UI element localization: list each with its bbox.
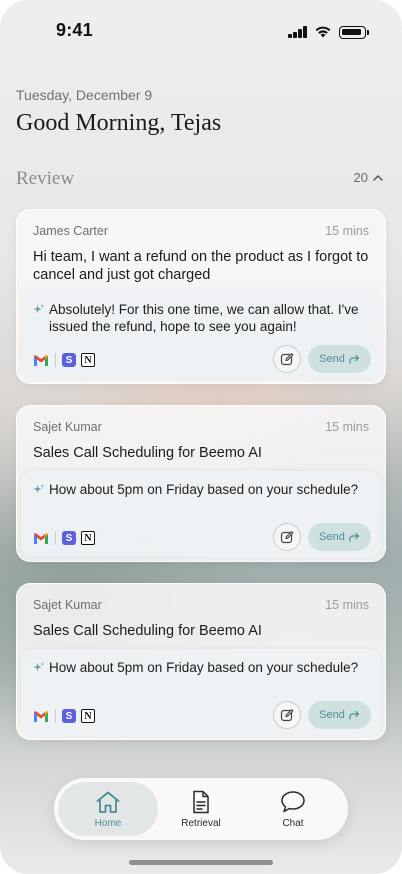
edit-icon — [280, 353, 294, 366]
tab-label: Chat — [282, 817, 304, 829]
forward-arrow-icon — [349, 354, 359, 364]
forward-arrow-icon — [349, 532, 359, 542]
s-app-icon: S — [62, 353, 76, 367]
edit-reply-button[interactable] — [273, 345, 301, 373]
review-count: 20 — [353, 170, 368, 185]
phone-screen: 9:41 Tuesday, December 9 Good Morning, T… — [0, 0, 402, 874]
tab-chat[interactable]: Chat — [243, 782, 343, 836]
sender-name: James Carter — [33, 224, 109, 238]
review-card[interactable]: James Carter 15 mins Hi team, I want a r… — [16, 209, 386, 384]
message-subject: Sales Call Scheduling for Beemo AI — [33, 445, 262, 461]
divider — [55, 531, 56, 545]
send-label: Send — [319, 353, 345, 365]
review-card[interactable]: Sajet Kumar 15 mins Sales Call Schedulin… — [16, 583, 386, 740]
home-icon — [96, 791, 120, 813]
divider — [55, 353, 56, 367]
message-subject: Sales Call Scheduling for Beemo AI — [33, 623, 262, 639]
sender-name: Sajet Kumar — [33, 598, 102, 612]
connected-apps: S N — [33, 353, 95, 367]
gmail-icon — [34, 710, 48, 722]
send-label: Send — [319, 531, 345, 543]
sender-name: Sajet Kumar — [33, 420, 102, 434]
tab-bar: Home Retrieval Chat — [54, 778, 348, 840]
battery-icon — [339, 26, 369, 39]
send-button[interactable]: Send — [308, 523, 371, 551]
forward-arrow-icon — [349, 710, 359, 720]
edit-icon — [280, 531, 294, 544]
chat-bubble-icon — [281, 790, 305, 812]
sparkle-icon — [33, 304, 44, 314]
reply-text: How about 5pm on Friday based on your sc… — [49, 660, 359, 675]
tab-home[interactable]: Home — [58, 782, 158, 836]
tab-label: Home — [94, 817, 122, 829]
review-section-title: Review — [16, 168, 75, 189]
document-icon — [193, 790, 209, 813]
edit-reply-button[interactable] — [273, 523, 301, 551]
reply-text: How about 5pm on Friday based on your sc… — [49, 482, 359, 497]
message-subject: Hi team, I want a refund on the product … — [33, 249, 369, 283]
time-ago: 15 mins — [325, 598, 369, 612]
cellular-signal-icon — [288, 26, 308, 38]
send-label: Send — [319, 709, 345, 721]
status-bar: 9:41 — [0, 0, 402, 60]
s-app-icon: S — [62, 531, 76, 545]
current-date: Tuesday, December 9 — [16, 87, 153, 103]
home-indicator[interactable] — [129, 860, 273, 865]
chevron-up-icon — [373, 174, 383, 181]
notion-icon: N — [81, 353, 95, 367]
suggested-reply: How about 5pm on Friday based on your sc… — [21, 471, 381, 557]
tab-label: Retrieval — [181, 817, 221, 829]
gmail-icon — [34, 532, 48, 544]
send-button[interactable]: Send — [308, 701, 371, 729]
suggested-reply: How about 5pm on Friday based on your sc… — [21, 649, 381, 735]
connected-apps: S N — [33, 531, 95, 545]
s-app-icon: S — [62, 709, 76, 723]
greeting-title: Good Morning, Tejas — [16, 110, 222, 136]
wifi-icon — [315, 26, 331, 38]
status-time: 9:41 — [56, 20, 93, 40]
suggested-reply: Absolutely! For this one time, we can al… — [21, 291, 381, 379]
sparkle-icon — [33, 484, 44, 494]
gmail-icon — [34, 354, 48, 366]
edit-icon — [280, 709, 294, 722]
review-count-toggle[interactable]: 20 — [354, 170, 384, 185]
notion-icon: N — [81, 531, 95, 545]
edit-reply-button[interactable] — [273, 701, 301, 729]
sparkle-icon — [33, 662, 44, 672]
review-card[interactable]: Sajet Kumar 15 mins Sales Call Schedulin… — [16, 405, 386, 562]
reply-text: Absolutely! For this one time, we can al… — [49, 302, 359, 334]
divider — [55, 709, 56, 723]
tab-retrieval[interactable]: Retrieval — [151, 782, 251, 836]
time-ago: 15 mins — [325, 420, 369, 434]
notion-icon: N — [81, 709, 95, 723]
connected-apps: S N — [33, 709, 95, 723]
time-ago: 15 mins — [325, 224, 369, 238]
send-button[interactable]: Send — [308, 345, 371, 373]
